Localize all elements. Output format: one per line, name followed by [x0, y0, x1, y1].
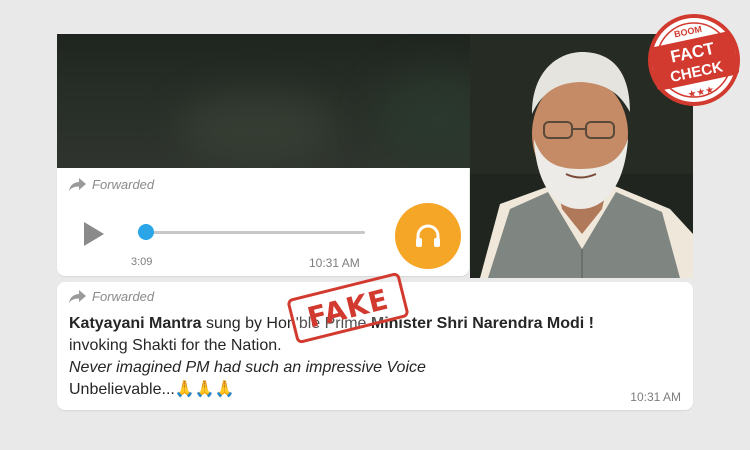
- message-time: 10:31 AM: [309, 256, 360, 270]
- message-line: invoking Shakti for the Nation.: [69, 337, 282, 354]
- fact-check-logo: BOOM FACT CHECK ★★★: [648, 14, 740, 106]
- message-line: Unbelievable...: [69, 381, 175, 398]
- headphone-avatar: [395, 203, 461, 269]
- folded-hands-emoji: 🙏🙏🙏: [174, 381, 235, 398]
- message-time: 10:31 AM: [630, 390, 681, 404]
- audio-progress-track[interactable]: [139, 231, 365, 234]
- screenshot-frame: Forwarded 3:09 10:31 AM Forwarded Katyay…: [0, 0, 750, 450]
- forward-arrow-icon: [69, 178, 86, 191]
- forwarded-tag: Forwarded: [69, 177, 154, 192]
- forwarded-tag: Forwarded: [69, 289, 154, 304]
- forward-arrow-icon: [69, 290, 86, 303]
- audio-progress-knob[interactable]: [137, 224, 154, 240]
- forwarded-label: Forwarded: [92, 177, 155, 192]
- message-bold-title: Katyayani Mantra: [69, 315, 202, 332]
- audio-duration: 3:09: [131, 256, 153, 268]
- audio-message-bubble: Forwarded 3:09 10:31 AM: [57, 168, 469, 276]
- message-italic-line: Never imagined PM had such an impressive…: [69, 359, 426, 376]
- forwarded-label: Forwarded: [92, 289, 155, 304]
- play-icon[interactable]: [83, 221, 105, 247]
- headphones-icon: [416, 224, 440, 247]
